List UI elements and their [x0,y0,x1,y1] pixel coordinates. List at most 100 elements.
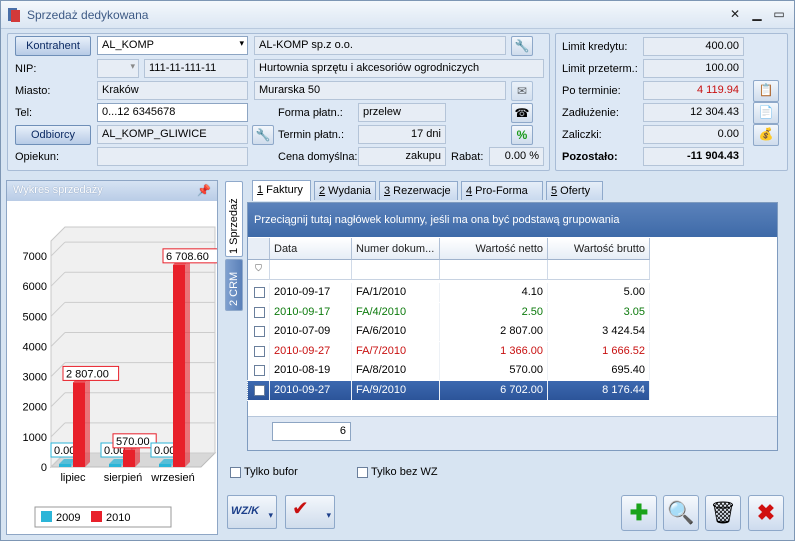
kontrahent-button[interactable]: Kontrahent [15,36,91,56]
cell-data: 2010-08-19 [270,361,352,380]
column-brutto[interactable]: Wartość brutto [548,238,650,260]
tylko-bufor-checkbox[interactable] [230,467,241,478]
termin-field: 17 dni [358,125,446,144]
maximize-icon[interactable]: ▭ [771,6,787,22]
row-checkbox[interactable] [254,365,265,376]
cena-field: zakupu [358,147,446,166]
nip-prefix-select[interactable]: ▾ [97,59,139,78]
cell-numer: FA/7/2010 [352,341,440,361]
tel-field[interactable]: 0...12 6345678 [97,103,248,122]
tab-pro-forma[interactable]: 4 Pro-Forma [461,181,543,200]
add-button[interactable]: ✚ [621,495,657,531]
table-row[interactable]: 2010-09-27 FA/7/2010 1 366.00 1 666.52 [248,341,650,361]
column-numer[interactable]: Numer dokum... [352,238,440,260]
row-checkbox[interactable] [254,345,265,357]
odbiorcy-button[interactable]: Odbiorcy [15,125,91,145]
pin-icon[interactable]: 📌 [197,184,211,197]
data-label: 2 807.00 [66,368,109,380]
opiekun-field [97,147,248,166]
pozostalo-label: Pozostało: [562,151,618,163]
y-tick-label: 3000 [23,372,47,384]
wzk-button[interactable]: WZ/K ▾ [227,495,277,529]
bar-2010-sierpień [123,449,135,467]
kontrahent-select[interactable]: AL_KOMP ▾ [97,36,248,55]
debt-report-button[interactable]: 📄 [753,102,779,124]
edit-contractor-button[interactable]: 🔧 [511,36,533,56]
row-checkbox-cell[interactable] [248,283,270,302]
phone-button[interactable]: ☎ [511,103,533,123]
table-row[interactable]: 2010-09-27 FA/9/2010 6 702.00 8 176.44 [247,379,651,401]
data-label: 6 708.60 [166,251,209,263]
przeterm-field: 100.00 [643,59,744,78]
legend-label: 2009 [56,512,80,524]
app-icon [8,8,20,22]
group-by-area[interactable]: Przeciągnij tutaj nagłówek kolumny, jeśl… [248,203,777,237]
cell-brutto: 3.05 [548,302,650,322]
rabat-label: Rabat: [451,151,484,163]
cell-numer: FA/6/2010 [352,322,440,341]
tylko-bez-wz-checkbox[interactable] [357,467,368,478]
filter-data[interactable] [270,260,352,280]
table-row[interactable]: 2010-08-19 FA/8/2010 570.00 695.40 [248,361,650,380]
tab-faktury[interactable]: 1 Faktury [252,180,311,201]
y-tick-label: 2000 [23,402,47,414]
column-netto[interactable]: Wartość netto [440,238,548,260]
data-label: 570.00 [116,436,150,448]
table-row[interactable]: 2010-07-09 FA/6/2010 2 807.00 3 424.54 [248,322,650,341]
row-checkbox[interactable] [254,306,265,318]
close-small-icon[interactable]: ✕ [727,6,743,22]
bar-2010-wrzesień [173,264,185,467]
opiekun-label: Opiekun: [15,151,60,163]
filter-icon[interactable]: ⛉ [248,260,270,280]
main-window: Sprzedaż dedykowana ✕ ▁ ▭ Kontrahent AL_… [0,0,795,541]
bar-side [85,377,90,467]
filter-netto[interactable] [440,260,548,280]
money-report-icon: 📄 [758,105,774,119]
email-button[interactable]: ✉ [511,81,533,101]
delete-button[interactable]: 🗑 [705,495,741,531]
row-count: 6 [272,422,351,441]
filter-brutto[interactable] [548,260,650,280]
legend-swatch-2010 [91,511,102,522]
tab-oferty[interactable]: 5 Oferty [546,181,603,200]
row-checkbox[interactable] [254,326,265,337]
checkmark-icon: ✔ [292,498,309,520]
row-checkbox-cell[interactable] [248,322,270,341]
tab-rezerwacje[interactable]: 3 Rezerwacje [379,181,458,200]
window-title: Sprzedaż dedykowana [27,8,149,22]
table-row[interactable]: 2010-09-17 FA/1/2010 4.10 5.00 [248,283,650,302]
row-checkbox[interactable] [254,287,265,298]
legend-label: 2010 [106,512,130,524]
row-checkbox-cell[interactable] [248,380,270,400]
edit-recipient-button[interactable]: 🔧 [252,125,274,145]
y-tick-label: 7000 [23,251,47,263]
minimize-icon[interactable]: ▁ [749,6,765,22]
side-tab-sprzedaz[interactable]: 1 Sprzedaż [225,181,243,257]
close-button[interactable]: ✖ [748,495,784,531]
filter-numer[interactable] [352,260,440,280]
y-tick-label: 5000 [23,311,47,323]
row-checkbox[interactable] [254,384,265,396]
overdue-report-button[interactable]: 📋 [753,80,779,102]
company-name-field: AL-KOMP sp.z o.o. [254,36,506,55]
title-bar: Sprzedaż dedykowana ✕ ▁ ▭ [1,1,794,29]
zadluzenie-field: 12 304.43 [643,103,744,122]
approve-button[interactable]: ✔ ▾ [285,495,335,529]
row-checkbox-cell[interactable] [248,302,270,322]
forma-label: Forma płatn.: [278,107,343,119]
indicator-column [248,238,270,260]
cell-numer: FA/9/2010 [352,380,440,400]
row-checkbox-cell[interactable] [248,361,270,380]
edit-button[interactable]: 🔍 [663,495,699,531]
tab-wydania[interactable]: 2 Wydania [314,181,376,200]
side-tab-crm[interactable]: 2 CRM [225,259,243,311]
phone-icon: ☎ [514,106,530,120]
odbiorca-field: AL_KOMP_GLIWICE [97,125,248,144]
table-row[interactable]: 2010-09-17 FA/4/2010 2.50 3.05 [248,302,650,322]
column-data[interactable]: Data [270,238,352,260]
row-checkbox-cell[interactable] [248,341,270,361]
advances-report-button[interactable]: 💰 [753,124,779,146]
cena-label: Cena domyślna: [278,151,358,163]
percent-button[interactable]: % [511,125,533,145]
bar-2009-wrzesień [159,464,171,467]
